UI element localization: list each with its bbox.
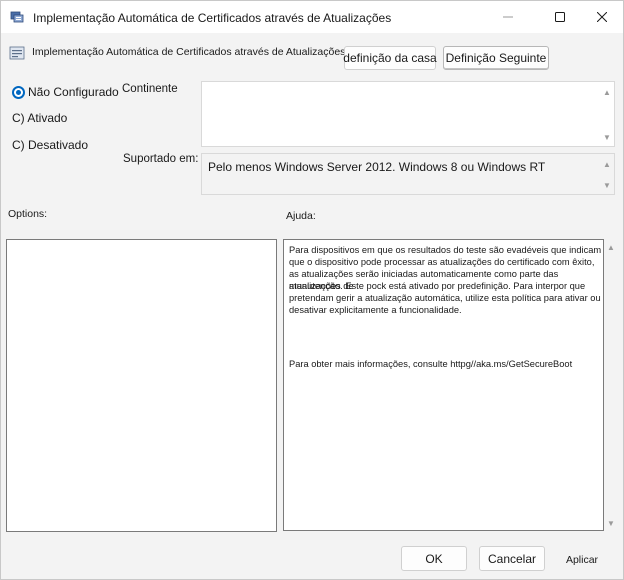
supported-label: Suportado em:: [123, 153, 199, 165]
radio-not-configured[interactable]: Não Configurado: [12, 85, 119, 99]
minimize-icon: [503, 16, 513, 18]
scroll-down-icon[interactable]: ▼: [603, 134, 611, 142]
radio-disabled-label: C) Desativado: [12, 138, 89, 152]
window-title: Implementação Automática de Certificados…: [33, 11, 392, 25]
radio-selected-indicator: [12, 85, 25, 99]
radio-enabled[interactable]: C) Ativado: [12, 111, 67, 125]
help-label: Ajuda:: [286, 210, 316, 222]
options-panel: [6, 239, 277, 532]
comment-textarea[interactable]: ▲ ▼: [201, 81, 615, 147]
maximize-button[interactable]: [537, 1, 583, 33]
scroll-down-icon[interactable]: ▼: [603, 182, 611, 190]
policy-name: Implementação Automática de Certificados…: [32, 46, 346, 58]
comment-label: Continente: [122, 83, 178, 95]
help-panel: Para dispositivos em que os resultados d…: [283, 239, 604, 531]
options-label: Options:: [8, 208, 48, 220]
policy-icon: [10, 11, 24, 23]
policy-setting-icon: [9, 46, 25, 60]
help-line: desativar explicitamente a funcionalidad…: [289, 305, 462, 315]
cancel-button[interactable]: Cancelar: [479, 546, 545, 571]
maximize-icon: [555, 12, 565, 22]
close-button[interactable]: [579, 1, 624, 33]
scroll-up-icon[interactable]: ▲: [603, 89, 611, 97]
help-line: manutenção. Este pock está ativado por p…: [289, 281, 586, 291]
policy-dialog: Implementação Automática de Certificados…: [0, 0, 624, 580]
help-line: que o dispositivo pode processar as atua…: [289, 257, 595, 267]
radio-not-configured-label: Não Configurado: [28, 85, 119, 99]
minimize-button[interactable]: [485, 1, 531, 33]
close-icon: [597, 12, 607, 22]
supported-value: Pelo menos Windows Server 2012. Windows …: [208, 160, 546, 174]
scroll-down-icon[interactable]: ▼: [607, 520, 615, 528]
help-more-info: Para obter mais informações, consulte ht…: [289, 359, 573, 369]
scroll-up-icon[interactable]: ▲: [607, 244, 615, 252]
radio-enabled-label: C) Ativado: [12, 111, 68, 125]
scroll-up-icon[interactable]: ▲: [603, 161, 611, 169]
help-line: pretendam gerir a atualização automática…: [289, 293, 601, 303]
previous-setting-button[interactable]: definição da casa: [343, 46, 437, 70]
radio-disabled[interactable]: C) Desativado: [12, 138, 88, 152]
next-setting-button[interactable]: Definição Seguinte: [443, 46, 549, 70]
apply-button[interactable]: Aplicar: [553, 549, 611, 571]
help-line: Para dispositivos em que os resultados d…: [289, 245, 602, 255]
supported-field: Pelo menos Windows Server 2012. Windows …: [201, 153, 615, 195]
title-bar: Implementação Automática de Certificados…: [1, 1, 623, 33]
ok-button[interactable]: OK: [401, 546, 467, 571]
